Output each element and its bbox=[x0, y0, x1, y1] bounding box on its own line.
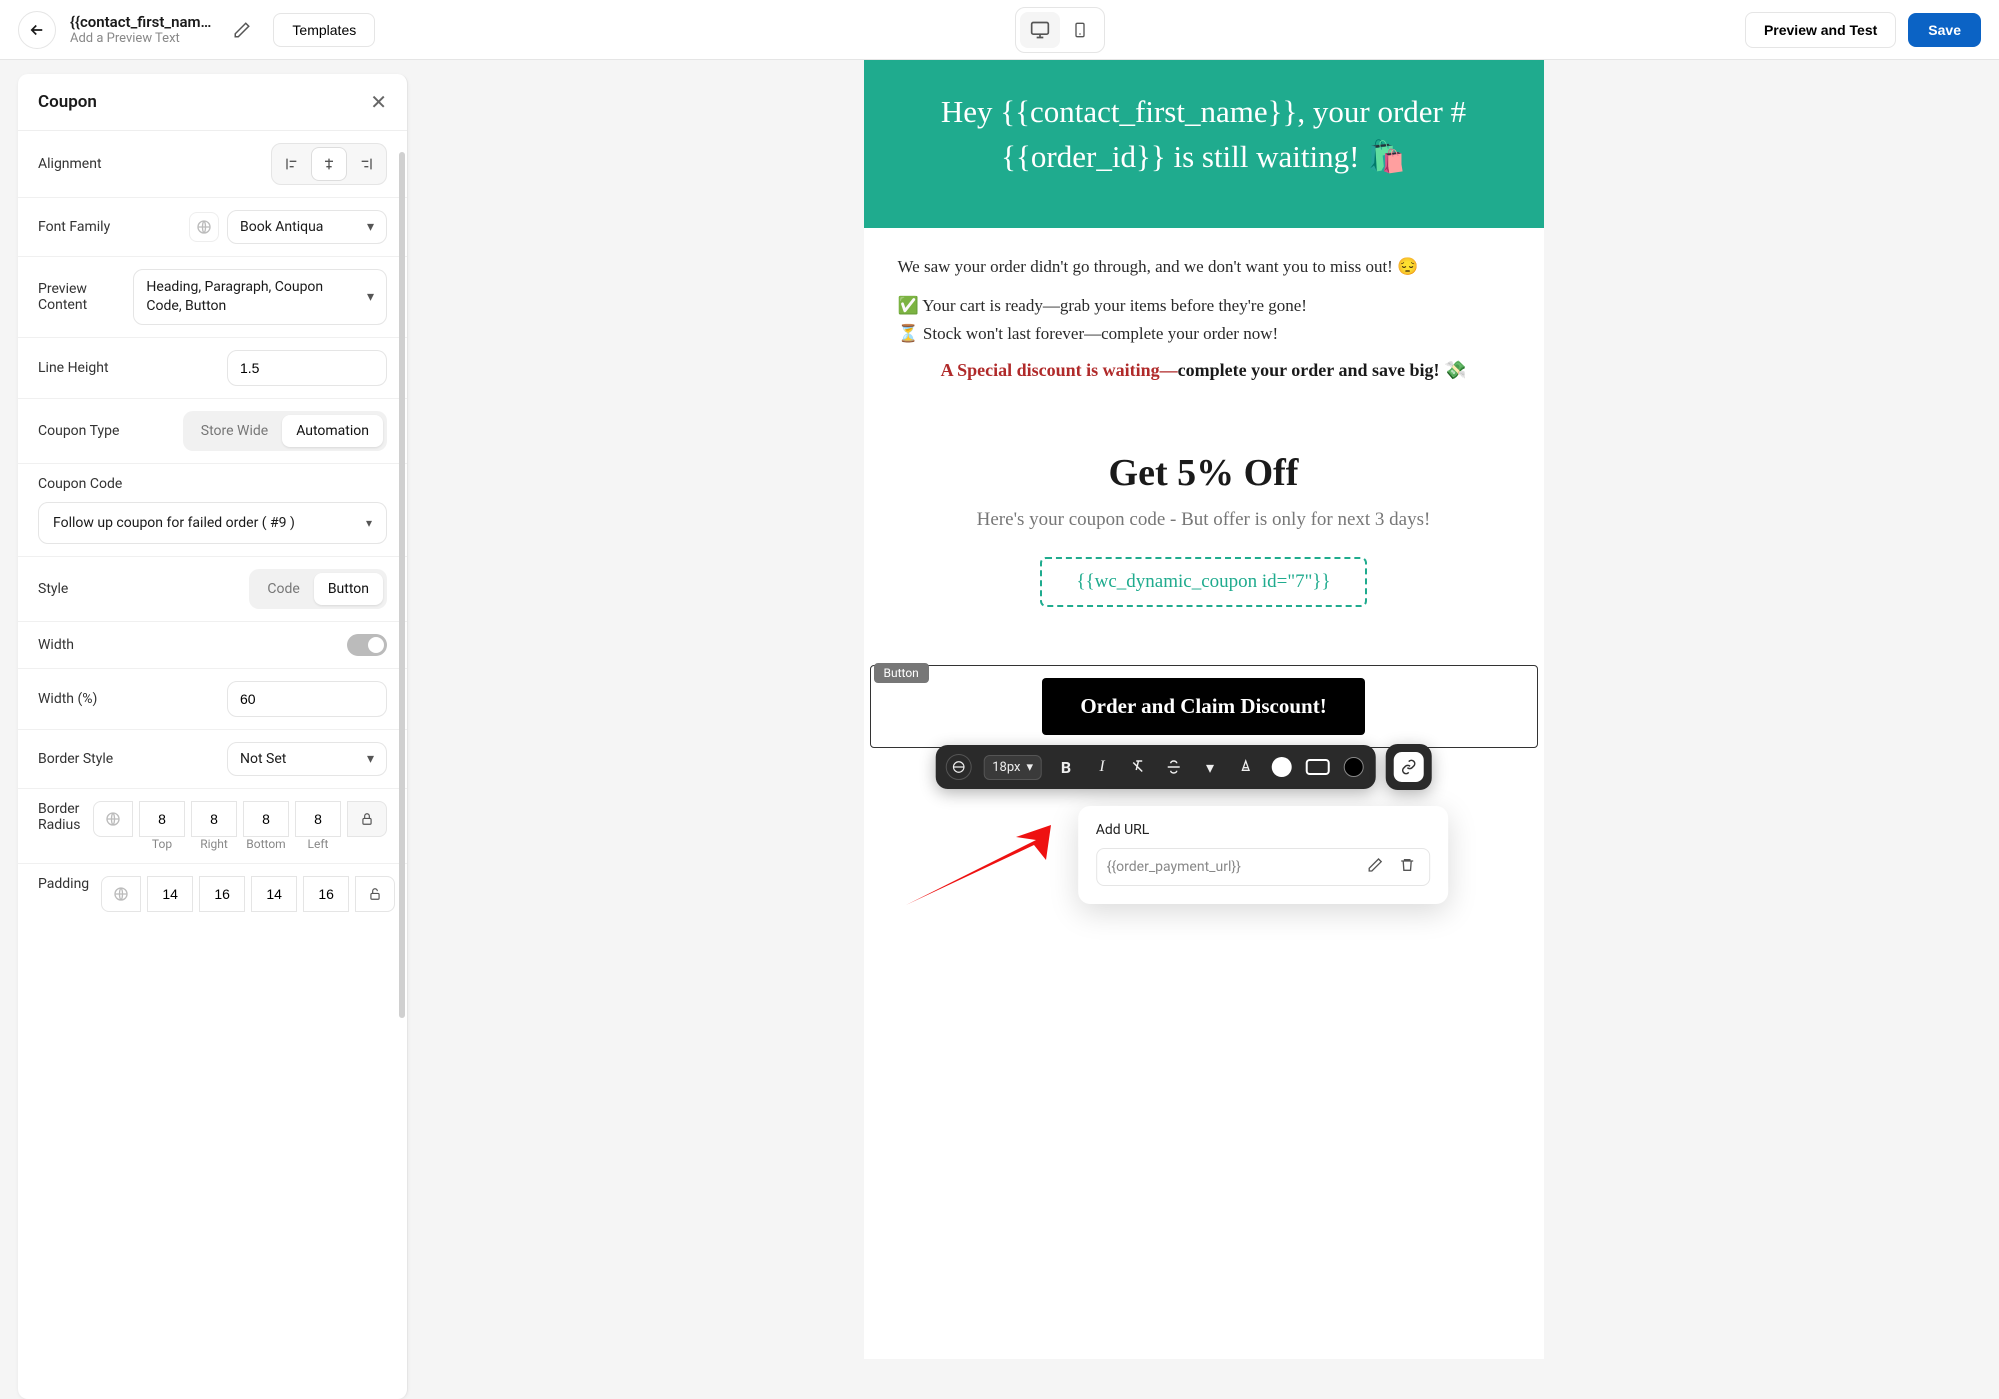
border-style-label: Border Style bbox=[38, 751, 113, 767]
panel-title: Coupon bbox=[38, 92, 97, 112]
pd-lock-button[interactable] bbox=[355, 876, 395, 912]
highlight-line[interactable]: A Special discount is waiting—complete y… bbox=[898, 360, 1510, 381]
cta-button[interactable]: Order and Claim Discount! bbox=[1042, 678, 1364, 735]
coupon-type-automation[interactable]: Automation bbox=[282, 415, 383, 447]
alignment-label: Alignment bbox=[38, 156, 102, 172]
toolbar-bold[interactable]: B bbox=[1054, 753, 1078, 781]
save-button[interactable]: Save bbox=[1908, 13, 1981, 47]
align-center-button[interactable] bbox=[311, 147, 347, 181]
padding-inputs bbox=[101, 876, 395, 912]
chevron-down-icon: ▾ bbox=[367, 751, 374, 767]
body-paragraph-3[interactable]: ⏳ Stock won't last forever—complete your… bbox=[898, 321, 1510, 347]
device-switcher bbox=[1015, 7, 1105, 53]
border-radius-label: Border Radius bbox=[38, 801, 81, 833]
url-edit-button[interactable] bbox=[1363, 857, 1387, 877]
hero-heading[interactable]: Hey {{contact_first_name}}, your order #… bbox=[904, 90, 1504, 180]
pd-top-input[interactable] bbox=[147, 876, 193, 912]
width-label: Width bbox=[38, 637, 74, 653]
font-family-select[interactable]: Book Antiqua ▾ bbox=[227, 210, 387, 244]
desktop-view-button[interactable] bbox=[1020, 12, 1060, 48]
border-radius-inputs: Top Right Bottom Left bbox=[93, 801, 387, 851]
line-height-label: Line Height bbox=[38, 360, 109, 376]
toolbar-scope-icon[interactable] bbox=[945, 754, 971, 780]
font-apply-scope-icon[interactable] bbox=[189, 212, 219, 242]
coupon-code-select[interactable]: Follow up coupon for failed order ( #9 )… bbox=[38, 502, 387, 544]
text-toolbar: 18px▾ B I ▾ bbox=[935, 745, 1376, 789]
line-height-input[interactable] bbox=[227, 350, 387, 386]
style-button-option[interactable]: Button bbox=[314, 573, 383, 605]
preview-text-placeholder[interactable]: Add a Preview Text bbox=[70, 31, 211, 46]
border-style-select[interactable]: Not Set ▾ bbox=[227, 742, 387, 776]
width-toggle[interactable] bbox=[347, 634, 387, 656]
preview-content-select[interactable]: Heading, Paragraph, Coupon Code, Button … bbox=[133, 269, 387, 325]
subject-line: {{contact_first_nam… bbox=[70, 13, 211, 31]
block-settings-panel: Coupon ✕ Alignment Font Family bbox=[18, 74, 408, 1399]
coupon-heading[interactable]: Get 5% Off bbox=[894, 451, 1514, 495]
preview-content-label: Preview Content bbox=[38, 281, 121, 313]
body-paragraph-1[interactable]: We saw your order didn't go through, and… bbox=[898, 254, 1510, 280]
toolbar-more[interactable]: ▾ bbox=[1198, 753, 1222, 781]
email-canvas[interactable]: Hey {{contact_first_name}}, your order #… bbox=[864, 60, 1544, 1359]
br-left-input[interactable] bbox=[295, 801, 341, 837]
padding-scope-icon[interactable] bbox=[101, 876, 141, 912]
toolbar-fill-black[interactable] bbox=[1342, 753, 1366, 781]
coupon-code-box[interactable]: {{wc_dynamic_coupon id="7"}} bbox=[1040, 557, 1366, 607]
chevron-down-icon: ▾ bbox=[367, 219, 374, 235]
style-code-option[interactable]: Code bbox=[253, 573, 313, 605]
toolbar-link-button[interactable] bbox=[1386, 744, 1432, 790]
url-popover: Add URL {{order_payment_url}} bbox=[1078, 806, 1448, 904]
width-percent-label: Width (%) bbox=[38, 691, 97, 707]
chevron-down-icon: ▾ bbox=[1027, 760, 1034, 775]
chevron-down-icon: ▾ bbox=[367, 289, 374, 305]
toolbar-strike[interactable] bbox=[1162, 753, 1186, 781]
button-block[interactable]: Button Order and Claim Discount! 18px▾ B… bbox=[864, 665, 1544, 788]
toolbar-clear-format[interactable] bbox=[1126, 753, 1150, 781]
pd-right-input[interactable] bbox=[199, 876, 245, 912]
br-top-input[interactable] bbox=[139, 801, 185, 837]
toolbar-fill-white[interactable] bbox=[1270, 753, 1294, 781]
font-family-label: Font Family bbox=[38, 219, 110, 235]
preview-and-test-button[interactable]: Preview and Test bbox=[1745, 12, 1896, 48]
padding-label: Padding bbox=[38, 876, 89, 892]
block-type-tag: Button bbox=[874, 663, 929, 683]
toolbar-italic[interactable]: I bbox=[1090, 753, 1114, 781]
templates-button[interactable]: Templates bbox=[273, 13, 375, 47]
url-popover-value[interactable]: {{order_payment_url}} bbox=[1107, 859, 1355, 875]
edit-subject-button[interactable] bbox=[225, 13, 259, 47]
style-segmented: Code Button bbox=[249, 569, 387, 609]
annotation-arrow bbox=[896, 805, 1066, 915]
coupon-type-label: Coupon Type bbox=[38, 423, 119, 439]
pd-bottom-input[interactable] bbox=[251, 876, 297, 912]
toolbar-font-size[interactable]: 18px▾ bbox=[983, 755, 1042, 780]
coupon-type-store-wide[interactable]: Store Wide bbox=[187, 415, 282, 447]
panel-scrollbar[interactable] bbox=[399, 152, 405, 1018]
back-button[interactable] bbox=[18, 11, 56, 49]
br-lock-button[interactable] bbox=[347, 801, 387, 837]
close-panel-button[interactable]: ✕ bbox=[370, 90, 387, 114]
radius-scope-icon[interactable] bbox=[93, 801, 133, 837]
url-delete-button[interactable] bbox=[1395, 857, 1419, 877]
align-left-button[interactable] bbox=[275, 147, 311, 181]
br-right-input[interactable] bbox=[191, 801, 237, 837]
align-right-button[interactable] bbox=[347, 147, 383, 181]
body-paragraph-2[interactable]: ✅ Your cart is ready—grab your items bef… bbox=[898, 293, 1510, 319]
coupon-code-label: Coupon Code bbox=[38, 476, 387, 492]
toolbar-text-color[interactable] bbox=[1234, 753, 1258, 781]
chevron-down-icon: ▾ bbox=[366, 516, 372, 530]
alignment-segmented-control bbox=[271, 143, 387, 185]
toolbar-pill-outline[interactable] bbox=[1306, 753, 1330, 781]
url-popover-label: Add URL bbox=[1096, 822, 1430, 838]
coupon-type-segmented: Store Wide Automation bbox=[183, 411, 387, 451]
br-bottom-input[interactable] bbox=[243, 801, 289, 837]
width-percent-input[interactable] bbox=[227, 681, 387, 717]
style-label: Style bbox=[38, 581, 68, 597]
coupon-subheading[interactable]: Here's your coupon code - But offer is o… bbox=[894, 509, 1514, 531]
mobile-view-button[interactable] bbox=[1060, 12, 1100, 48]
pd-left-input[interactable] bbox=[303, 876, 349, 912]
